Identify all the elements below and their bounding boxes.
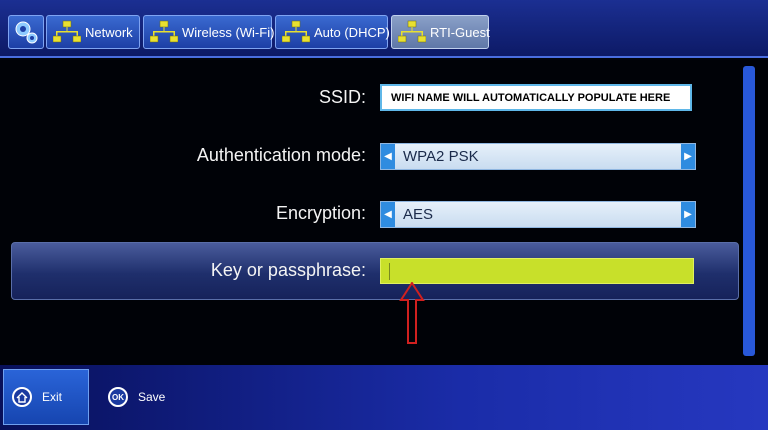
network-icon (150, 20, 178, 43)
wifi-settings-panel: SSID: WIFI NAME WILL AUTOMATICALLY POPUL… (0, 60, 768, 365)
footer-bar: Exit OK Save (0, 365, 768, 430)
tab-rti-guest-label: RTI-Guest (430, 24, 490, 40)
network-icon (398, 20, 426, 43)
ok-icon: OK (108, 387, 128, 407)
auth-mode-select[interactable]: ◀ WPA2 PSK ▶ (380, 143, 696, 170)
text-caret (389, 263, 390, 280)
tab-wireless-label: Wireless (Wi-Fi) (182, 24, 275, 40)
chevron-left-icon[interactable]: ◀ (381, 144, 395, 169)
arrow-up-icon (399, 282, 425, 344)
ssid-value: WIFI NAME WILL AUTOMATICALLY POPULATE HE… (391, 91, 671, 104)
tab-bar: Network Wireless (Wi-Fi) Auto (DHCP) RTI… (0, 0, 768, 58)
chevron-right-icon[interactable]: ▶ (681, 144, 695, 169)
save-label: Save (138, 390, 166, 404)
passphrase-input[interactable] (380, 258, 694, 284)
network-icon (53, 20, 81, 43)
chevron-right-icon[interactable]: ▶ (681, 202, 695, 227)
tab-dhcp-label: Auto (DHCP) (314, 24, 390, 40)
tab-network-label: Network (85, 24, 133, 40)
passphrase-label: Key or passphrase: (210, 260, 366, 280)
gear-icon (15, 21, 38, 44)
exit-button[interactable]: Exit (3, 369, 89, 425)
network-icon (282, 20, 310, 43)
tab-dhcp[interactable]: Auto (DHCP) (275, 15, 390, 49)
auth-mode-value: WPA2 PSK (403, 148, 479, 165)
encryption-label: Encryption: (275, 203, 366, 223)
exit-label: Exit (42, 390, 63, 404)
save-button[interactable]: OK Save (108, 369, 165, 425)
home-icon (12, 387, 32, 407)
encryption-select[interactable]: ◀ AES ▶ (380, 201, 696, 228)
encryption-value: AES (403, 206, 434, 223)
ssid-field[interactable]: WIFI NAME WILL AUTOMATICALLY POPULATE HE… (380, 84, 692, 111)
tab-network[interactable]: Network (46, 15, 140, 49)
tab-rti-guest[interactable]: RTI-Guest (391, 15, 490, 49)
tab-wireless[interactable]: Wireless (Wi-Fi) (143, 15, 275, 49)
tab-settings[interactable] (8, 15, 44, 49)
scrollbar[interactable] (743, 66, 755, 356)
ssid-label: SSID: (318, 87, 366, 107)
auth-mode-label: Authentication mode: (196, 145, 366, 165)
chevron-left-icon[interactable]: ◀ (381, 202, 395, 227)
